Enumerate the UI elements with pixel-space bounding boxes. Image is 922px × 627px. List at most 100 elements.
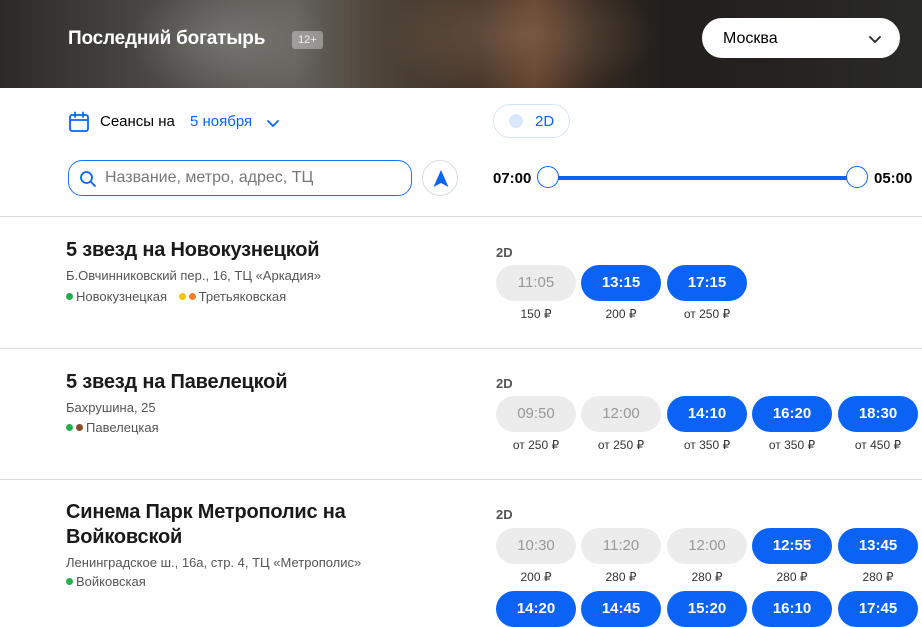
session: 14:10 от 350 ₽ [667,396,747,452]
time-range-end-handle[interactable] [846,166,868,188]
session-time-button[interactable]: 14:10 [667,396,747,432]
session: 14:20 [496,591,576,627]
session-format: 2D [496,245,513,260]
session-time-button: 11:05 [496,265,576,301]
metro-line-dot [66,293,73,300]
session-time-button[interactable]: 14:20 [496,591,576,627]
age-rating-badge: 12+ [292,31,323,49]
session: 18:30 от 450 ₽ [838,396,918,452]
metro-line-dot [76,424,83,431]
cinema-address: Б.Овчинниковский пер., 16, ТЦ «Аркадия» [66,268,322,283]
metro-line-dot [188,293,196,300]
chevron-down-icon[interactable] [265,115,281,131]
metro-station-name: Третьяковская [198,289,287,304]
session-time-button: 12:00 [581,396,661,432]
session-time-button: 11:20 [581,528,661,564]
session: 13:45 280 ₽ [838,528,918,584]
metro-stations: Новокузнецкая Третьяковская [66,289,294,304]
session-price: от 350 ₽ [683,438,731,452]
chevron-down-icon [869,36,881,43]
session: 12:00 280 ₽ [667,528,747,584]
session-time-button[interactable]: 12:55 [752,528,832,564]
session-price: 280 ₽ [691,570,723,584]
time-range-start: 07:00 [493,170,532,187]
cinema-name[interactable]: 5 звезд на Павелецкой [66,370,386,395]
cinema-name[interactable]: 5 звезд на Новокузнецкой [66,238,386,263]
metro-line-dot [66,424,73,431]
session: 16:20 от 350 ₽ [752,396,832,452]
time-range-track[interactable] [548,176,857,180]
session-price: 280 ₽ [776,570,808,584]
session: 10:30 200 ₽ [496,528,576,584]
format-filter-2d[interactable]: 2D [493,104,570,138]
geolocation-button[interactable] [422,160,458,196]
session: 17:15 от 250 ₽ [667,265,747,321]
session-price: 200 ₽ [520,570,552,584]
session: 12:00 от 250 ₽ [581,396,661,452]
session: 12:55 280 ₽ [752,528,832,584]
cinema-address: Бахрушина, 25 [66,400,156,415]
session: 13:15 200 ₽ [581,265,661,321]
session: 17:45 [838,591,918,627]
search-icon [80,171,96,187]
format-toggle-dot [509,114,523,128]
city-select[interactable]: Москва [702,18,900,58]
time-range-start-handle[interactable] [537,166,559,188]
metro-line-dot [178,293,186,300]
session: 15:20 [667,591,747,627]
session-price: от 250 ₽ [683,307,731,321]
session: 14:45 [581,591,661,627]
session-price: 150 ₽ [520,307,552,321]
metro-station-name: Новокузнецкая [76,289,167,304]
session-price: от 450 ₽ [854,438,902,452]
session-price: от 250 ₽ [512,438,560,452]
time-range-end: 05:00 [874,170,913,187]
session: 11:20 280 ₽ [581,528,661,584]
movie-title: Последний богатырь [68,28,266,49]
movie-header: Последний богатырь 12+ Москва [0,0,922,88]
city-select-label: Москва [723,30,778,47]
cinema-address: Ленинградское ш., 16а, стр. 4, ТЦ «Метро… [66,555,362,570]
metro-station: Третьяковская [178,289,287,304]
navigation-arrow-icon [433,170,449,187]
sessions-label: Сеансы на [100,113,175,130]
session-time-button[interactable]: 14:45 [581,591,661,627]
session-format: 2D [496,507,513,522]
date-select[interactable]: 5 ноября [190,113,252,130]
session-time-button[interactable]: 16:20 [752,396,832,432]
metro-station: Павелецкая [66,420,159,435]
session-price: 200 ₽ [605,307,637,321]
format-filter-label: 2D [535,113,555,130]
session-price: от 250 ₽ [597,438,645,452]
session-time-button: 10:30 [496,528,576,564]
session-format: 2D [496,376,513,391]
session-time-button[interactable]: 18:30 [838,396,918,432]
session: 11:05 150 ₽ [496,265,576,321]
cinema-name[interactable]: Синема Парк Метрополис на Войковской [66,500,386,550]
session-time-button[interactable]: 17:15 [667,265,747,301]
metro-stations: Войковская [66,574,154,589]
session: 09:50 от 250 ₽ [496,396,576,452]
metro-station-name: Павелецкая [86,420,159,435]
metro-stations: Павелецкая [66,420,167,435]
metro-station: Войковская [66,574,146,589]
metro-station: Новокузнецкая [66,289,167,304]
cinema-card: 5 звезд на Павелецкой Бахрушина, 25 Паве… [0,348,922,480]
session-time-button[interactable]: 13:15 [581,265,661,301]
cinema-card: Синема Парк Метрополис на Войковской Лен… [0,479,922,627]
session-time-button: 09:50 [496,396,576,432]
metro-station-name: Войковская [76,574,146,589]
session-time-button[interactable]: 17:45 [838,591,918,627]
session-time-button: 12:00 [667,528,747,564]
cinema-card: 5 звезд на Новокузнецкой Б.Овчинниковски… [0,216,922,349]
session-time-button[interactable]: 15:20 [667,591,747,627]
session-time-button[interactable]: 13:45 [838,528,918,564]
session-price: 280 ₽ [605,570,637,584]
session-price: 280 ₽ [862,570,894,584]
session-time-button[interactable]: 16:10 [752,591,832,627]
calendar-icon [69,111,89,132]
metro-line-dot [66,578,73,585]
search-field[interactable] [68,160,412,196]
session-price: от 350 ₽ [768,438,816,452]
search-input[interactable] [105,167,395,189]
